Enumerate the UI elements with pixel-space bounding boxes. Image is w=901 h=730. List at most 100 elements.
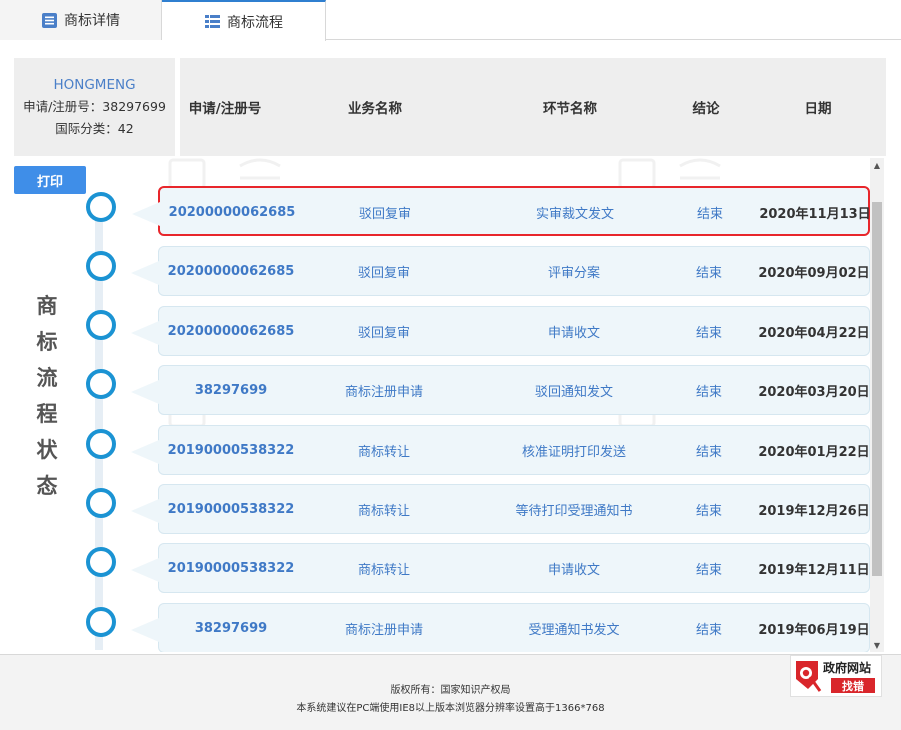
- row-step: 等待打印受理通知书: [515, 503, 633, 519]
- trademark-name: HONGMENG: [53, 77, 136, 93]
- tab-label: 商标流程: [227, 14, 283, 31]
- status-title-char: 商: [36, 294, 58, 318]
- flow-list: 20200000062685 驳回复审 实审裁文发文 结束 2020年11月13…: [86, 156, 886, 652]
- tab-trademark-details[interactable]: 商标详情: [0, 0, 162, 40]
- row-result: 结束: [695, 562, 722, 578]
- row-pointer: [131, 499, 159, 523]
- status-title-char: 标: [36, 330, 58, 354]
- flow-status-title: 商 标 流 程 状 态: [30, 288, 64, 504]
- flow-row[interactable]: 20190000538322 商标转让 等待打印受理通知书 结束 2019年12…: [131, 484, 870, 534]
- tab-label: 商标详情: [64, 13, 120, 29]
- scroll-down-arrow-icon[interactable]: ▼: [870, 638, 884, 652]
- column-header-reg-number: 申请/注册号: [188, 101, 262, 117]
- scroll-thumb[interactable]: [872, 202, 882, 576]
- timeline-node: [86, 607, 116, 637]
- flow-row[interactable]: 20190000538322 商标转让 申请收文 结束 2019年12月11日: [131, 543, 870, 593]
- row-step: 申请收文: [547, 562, 600, 578]
- row-business: 商标注册申请: [344, 622, 423, 638]
- vertical-scrollbar[interactable]: ▲ ▼: [870, 158, 884, 652]
- status-title-char: 流: [36, 366, 58, 390]
- row-date: 2020年01月22日: [758, 444, 870, 460]
- gov-site-error-report-link[interactable]: 政府网站 找错: [790, 655, 882, 697]
- row-step: 受理通知书发文: [528, 622, 620, 638]
- row-step: 驳回通知发文: [534, 384, 613, 400]
- timeline-node: [86, 488, 116, 518]
- timeline-node: [86, 547, 116, 577]
- timeline-node: [86, 192, 116, 222]
- tab-bar: 商标详情 商标流程: [0, 0, 901, 41]
- magnifier-logo-icon: [796, 661, 822, 692]
- row-result: 结束: [695, 444, 722, 460]
- row-date: 2019年12月11日: [758, 562, 870, 578]
- print-button[interactable]: 打印: [14, 166, 86, 194]
- row-reg-number: 20190000538322: [167, 560, 295, 576]
- timeline-node: [86, 310, 116, 340]
- row-pointer: [131, 321, 159, 345]
- row-reg-number: 20200000062685: [167, 263, 295, 279]
- scroll-up-arrow-icon[interactable]: ▲: [870, 158, 884, 172]
- row-business: 商标转让: [357, 444, 410, 460]
- gov-badge-action: 找错: [831, 678, 875, 693]
- column-header-date: 日期: [804, 101, 832, 117]
- row-reg-number: 20190000538322: [167, 501, 295, 517]
- flow-row[interactable]: 20200000062685 驳回复审 评审分案 结束 2020年09月02日: [131, 246, 870, 296]
- trademark-summary: HONGMENG 申请/注册号：38297699 国际分类：42: [14, 58, 175, 156]
- row-reg-number: 20190000538322: [167, 442, 295, 458]
- row-business: 驳回复审: [357, 265, 410, 281]
- row-step: 实审裁文发文: [535, 206, 614, 222]
- row-pointer: [131, 440, 159, 464]
- gov-badge-title: 政府网站: [823, 661, 872, 675]
- row-date: 2019年12月26日: [758, 503, 870, 519]
- timeline-node: [86, 251, 116, 281]
- row-result: 结束: [695, 325, 722, 341]
- row-business: 驳回复审: [357, 325, 410, 341]
- row-date: 2020年04月22日: [758, 325, 870, 341]
- flow-row[interactable]: 20190000538322 商标转让 核准证明打印发送 结束 2020年01月…: [131, 425, 870, 475]
- row-date: 2020年09月02日: [758, 265, 870, 281]
- row-result: 结束: [695, 265, 722, 281]
- row-result: 结束: [696, 206, 723, 222]
- status-title-char: 状: [36, 438, 58, 462]
- row-business: 商标注册申请: [344, 384, 423, 400]
- row-result: 结束: [695, 503, 722, 519]
- row-pointer: [132, 202, 160, 226]
- row-pointer: [131, 618, 159, 642]
- column-header-step: 环节名称: [543, 101, 597, 117]
- row-pointer: [131, 261, 159, 285]
- flow-row[interactable]: 20200000062685 驳回复审 实审裁文发文 结束 2020年11月13…: [132, 186, 871, 236]
- flow-row[interactable]: 38297699 商标注册申请 驳回通知发文 结束 2020年03月20日: [131, 365, 870, 415]
- status-title-char: 态: [36, 474, 58, 498]
- row-reg-number: 38297699: [194, 382, 268, 398]
- row-reg-number: 20200000062685: [168, 204, 296, 220]
- row-pointer: [131, 380, 159, 404]
- row-step: 评审分案: [547, 265, 600, 281]
- trademark-class: 国际分类：42: [55, 121, 134, 136]
- row-date: 2019年06月19日: [758, 622, 870, 638]
- document-list-icon: [42, 12, 57, 28]
- row-step: 申请收文: [547, 325, 600, 341]
- row-pointer: [131, 558, 159, 582]
- row-business: 商标转让: [357, 503, 410, 519]
- row-result: 结束: [695, 384, 722, 400]
- row-business: 商标转让: [357, 562, 410, 578]
- timeline-node: [86, 369, 116, 399]
- tab-trademark-flow[interactable]: 商标流程: [162, 0, 326, 41]
- status-title-char: 程: [36, 402, 58, 426]
- footer-copyright: 版权所有：国家知识产权局: [390, 685, 511, 696]
- row-business: 驳回复审: [358, 206, 411, 222]
- row-date: 2020年03月20日: [758, 384, 870, 400]
- footer-notice: 本系统建议在PC端使用IE8以上版本浏览器分辨率设置高于1366*768: [296, 703, 605, 714]
- flow-list-icon: [205, 15, 220, 28]
- trademark-reg-number: 申请/注册号：38297699: [23, 99, 166, 114]
- column-header-result: 结论: [692, 101, 720, 117]
- footer: 版权所有：国家知识产权局 本系统建议在PC端使用IE8以上版本浏览器分辨率设置高…: [0, 654, 901, 730]
- timeline-node: [86, 429, 116, 459]
- column-header-business: 业务名称: [348, 101, 402, 117]
- flow-row[interactable]: 20200000062685 驳回复审 申请收文 结束 2020年04月22日: [131, 306, 870, 356]
- row-result: 结束: [695, 622, 722, 638]
- row-reg-number: 20200000062685: [167, 323, 295, 339]
- row-reg-number: 38297699: [194, 620, 268, 636]
- row-step: 核准证明打印发送: [521, 444, 626, 460]
- flow-row[interactable]: 38297699 商标注册申请 受理通知书发文 结束 2019年06月19日: [131, 603, 870, 652]
- row-date: 2020年11月13日: [759, 206, 871, 222]
